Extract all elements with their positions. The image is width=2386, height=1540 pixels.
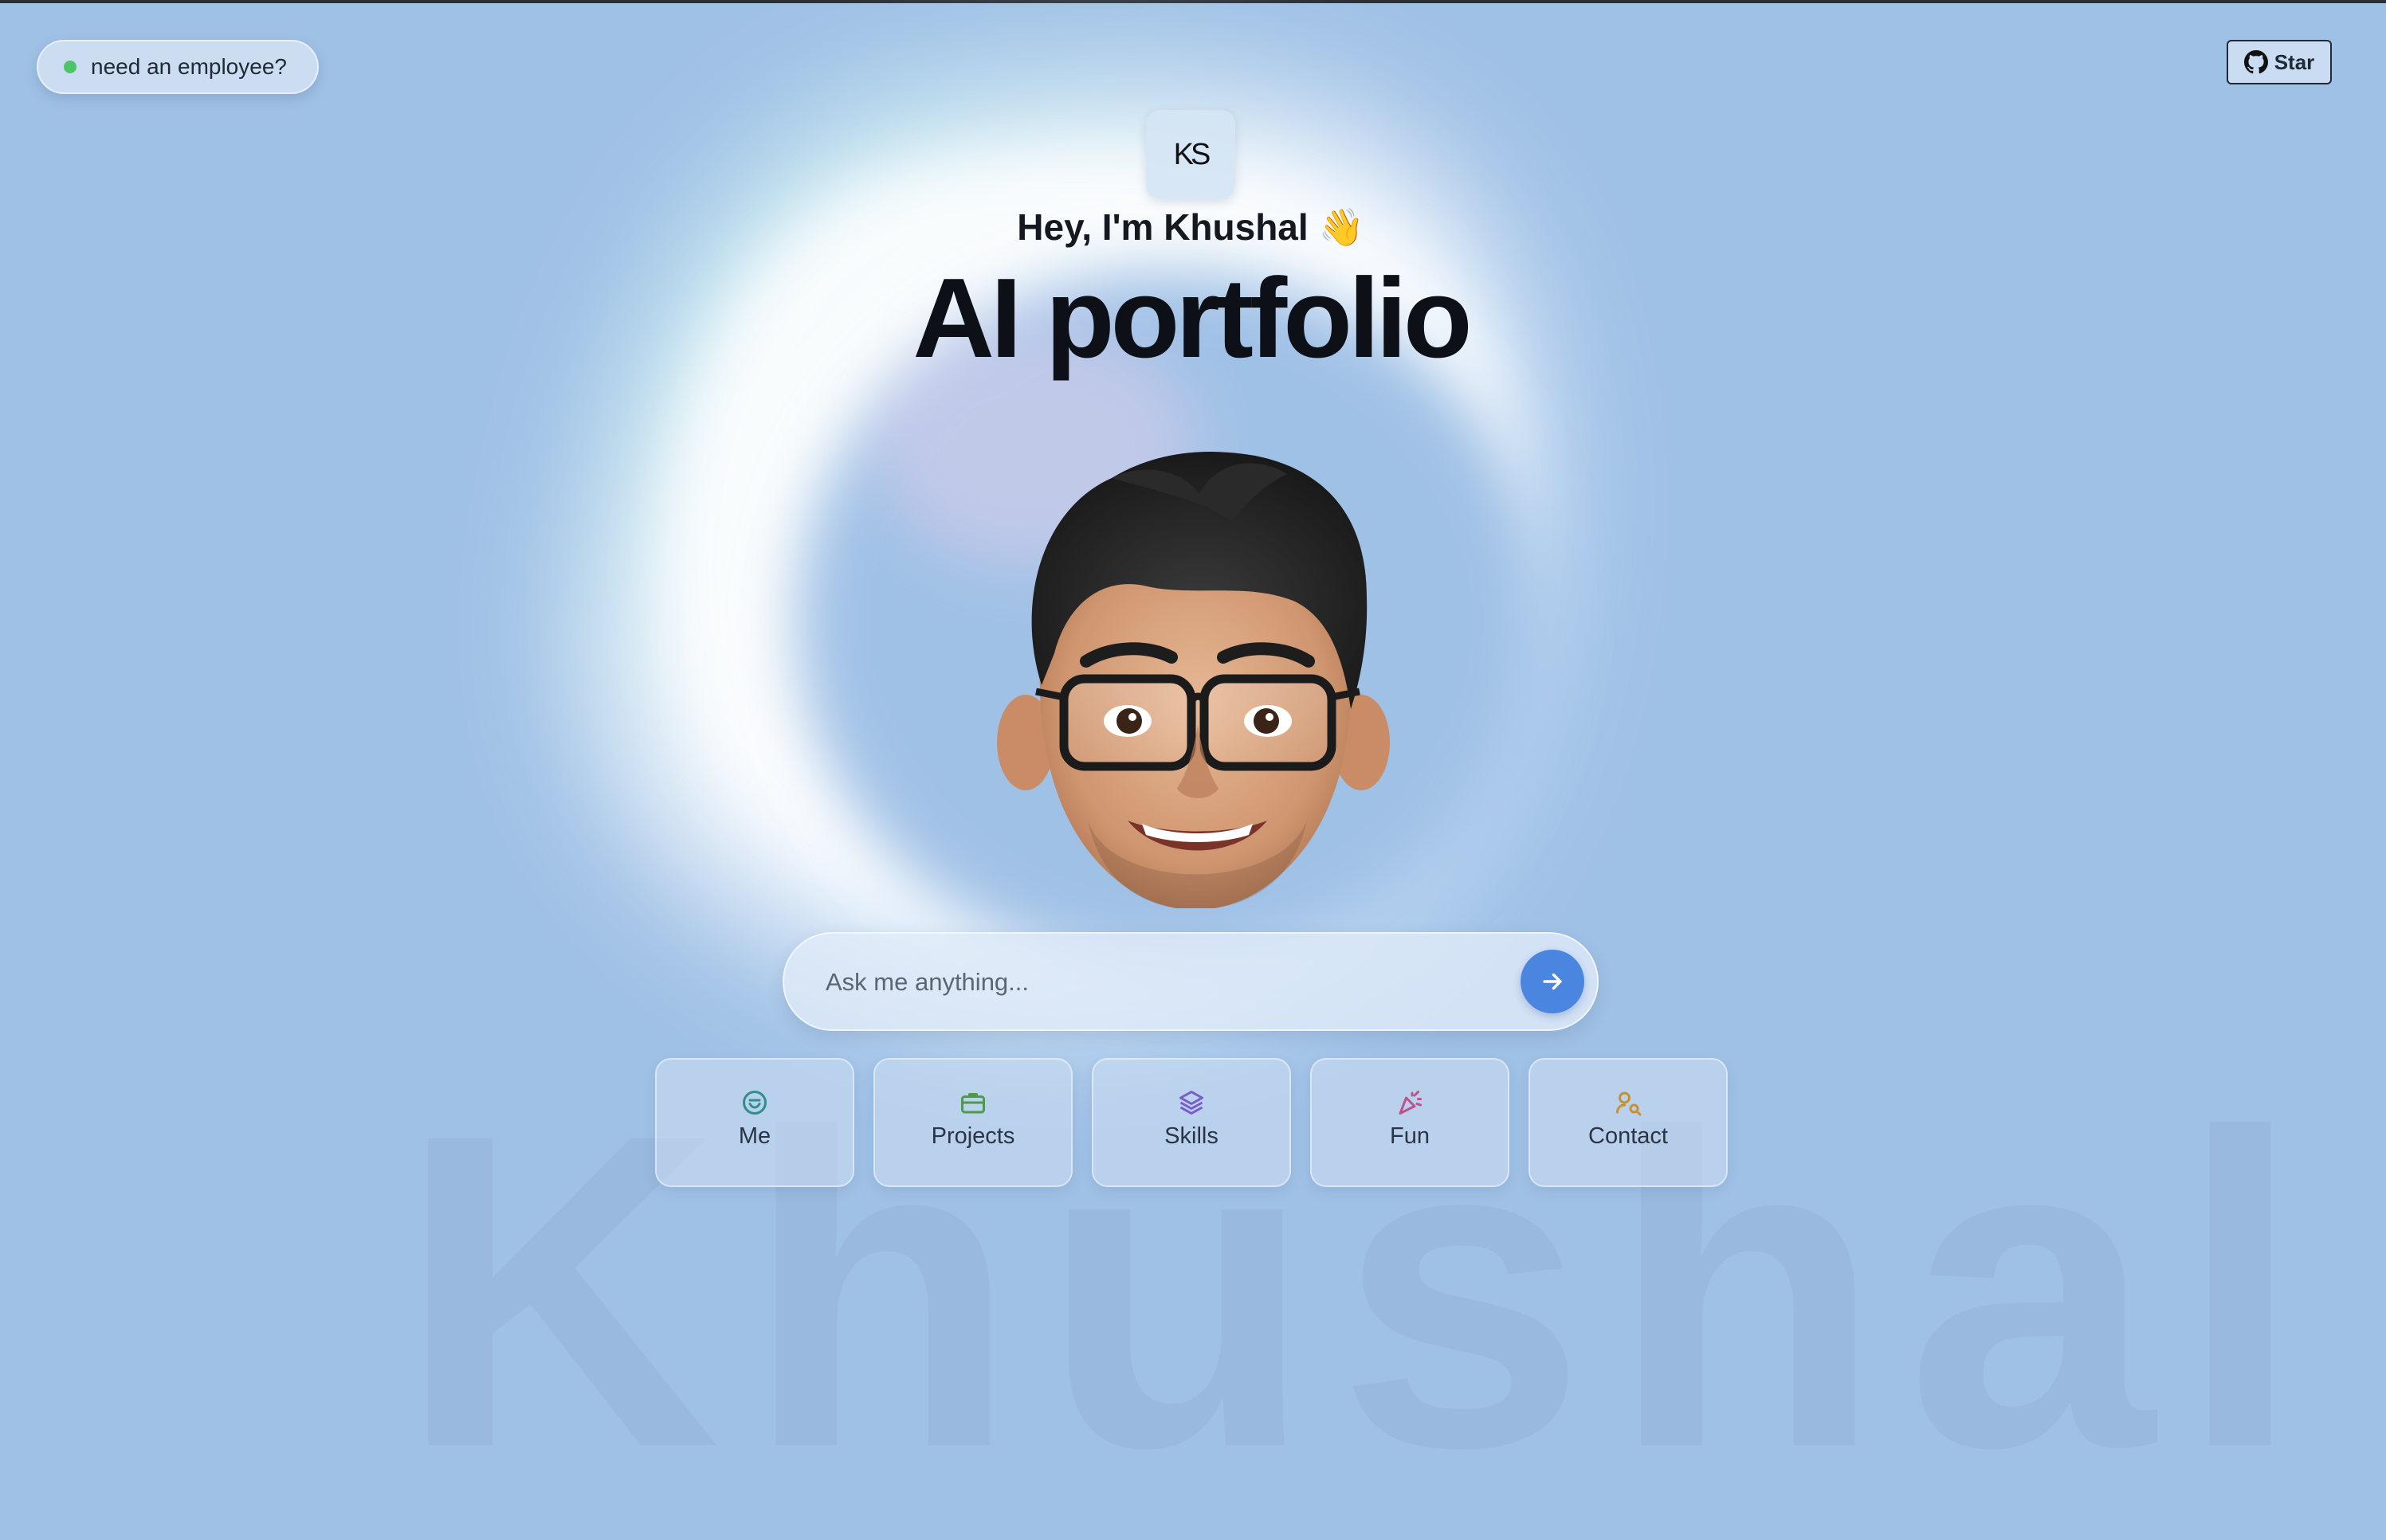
quick-nav-contact-label: Contact xyxy=(1588,1123,1668,1149)
quick-nav-me-label: Me xyxy=(738,1123,771,1149)
avatar xyxy=(992,446,1403,910)
quick-nav-projects[interactable]: Projects xyxy=(873,1058,1073,1187)
chat-input[interactable] xyxy=(824,934,1481,1031)
arrow-right-icon xyxy=(1539,968,1566,995)
need-employee-button[interactable]: need an employee? xyxy=(37,40,319,94)
briefcase-icon xyxy=(875,1088,1071,1117)
layers-icon xyxy=(1093,1088,1289,1117)
quick-nav-skills-label: Skills xyxy=(1164,1123,1219,1149)
github-star-button[interactable]: Star xyxy=(2227,40,2332,84)
quick-nav: Me Projects Skills Fun Contact xyxy=(655,1058,1728,1187)
send-button[interactable] xyxy=(1521,950,1584,1013)
chat-search-bar xyxy=(783,932,1599,1031)
quick-nav-skills[interactable]: Skills xyxy=(1092,1058,1291,1187)
quick-nav-projects-label: Projects xyxy=(931,1123,1015,1149)
hero-greeting: Hey, I'm Khushal 👋 xyxy=(1017,206,1364,248)
memoji-avatar-icon xyxy=(997,452,1390,910)
github-icon xyxy=(2243,50,2268,74)
hero-headline: AI portfolio xyxy=(912,255,1472,382)
quick-nav-fun-label: Fun xyxy=(1390,1123,1430,1149)
quick-nav-contact[interactable]: Contact xyxy=(1529,1058,1728,1187)
quick-nav-me[interactable]: Me xyxy=(655,1058,854,1187)
github-star-label: Star xyxy=(2274,49,2315,74)
logo-initials: KS xyxy=(1173,137,1211,171)
ks-logo[interactable]: KS xyxy=(1146,110,1235,199)
user-search-icon xyxy=(1530,1088,1726,1117)
need-employee-label: need an employee? xyxy=(91,54,287,79)
party-popper-icon xyxy=(1312,1088,1508,1117)
smile-icon xyxy=(657,1088,853,1117)
status-dot-icon xyxy=(64,61,77,73)
quick-nav-fun[interactable]: Fun xyxy=(1310,1058,1509,1187)
